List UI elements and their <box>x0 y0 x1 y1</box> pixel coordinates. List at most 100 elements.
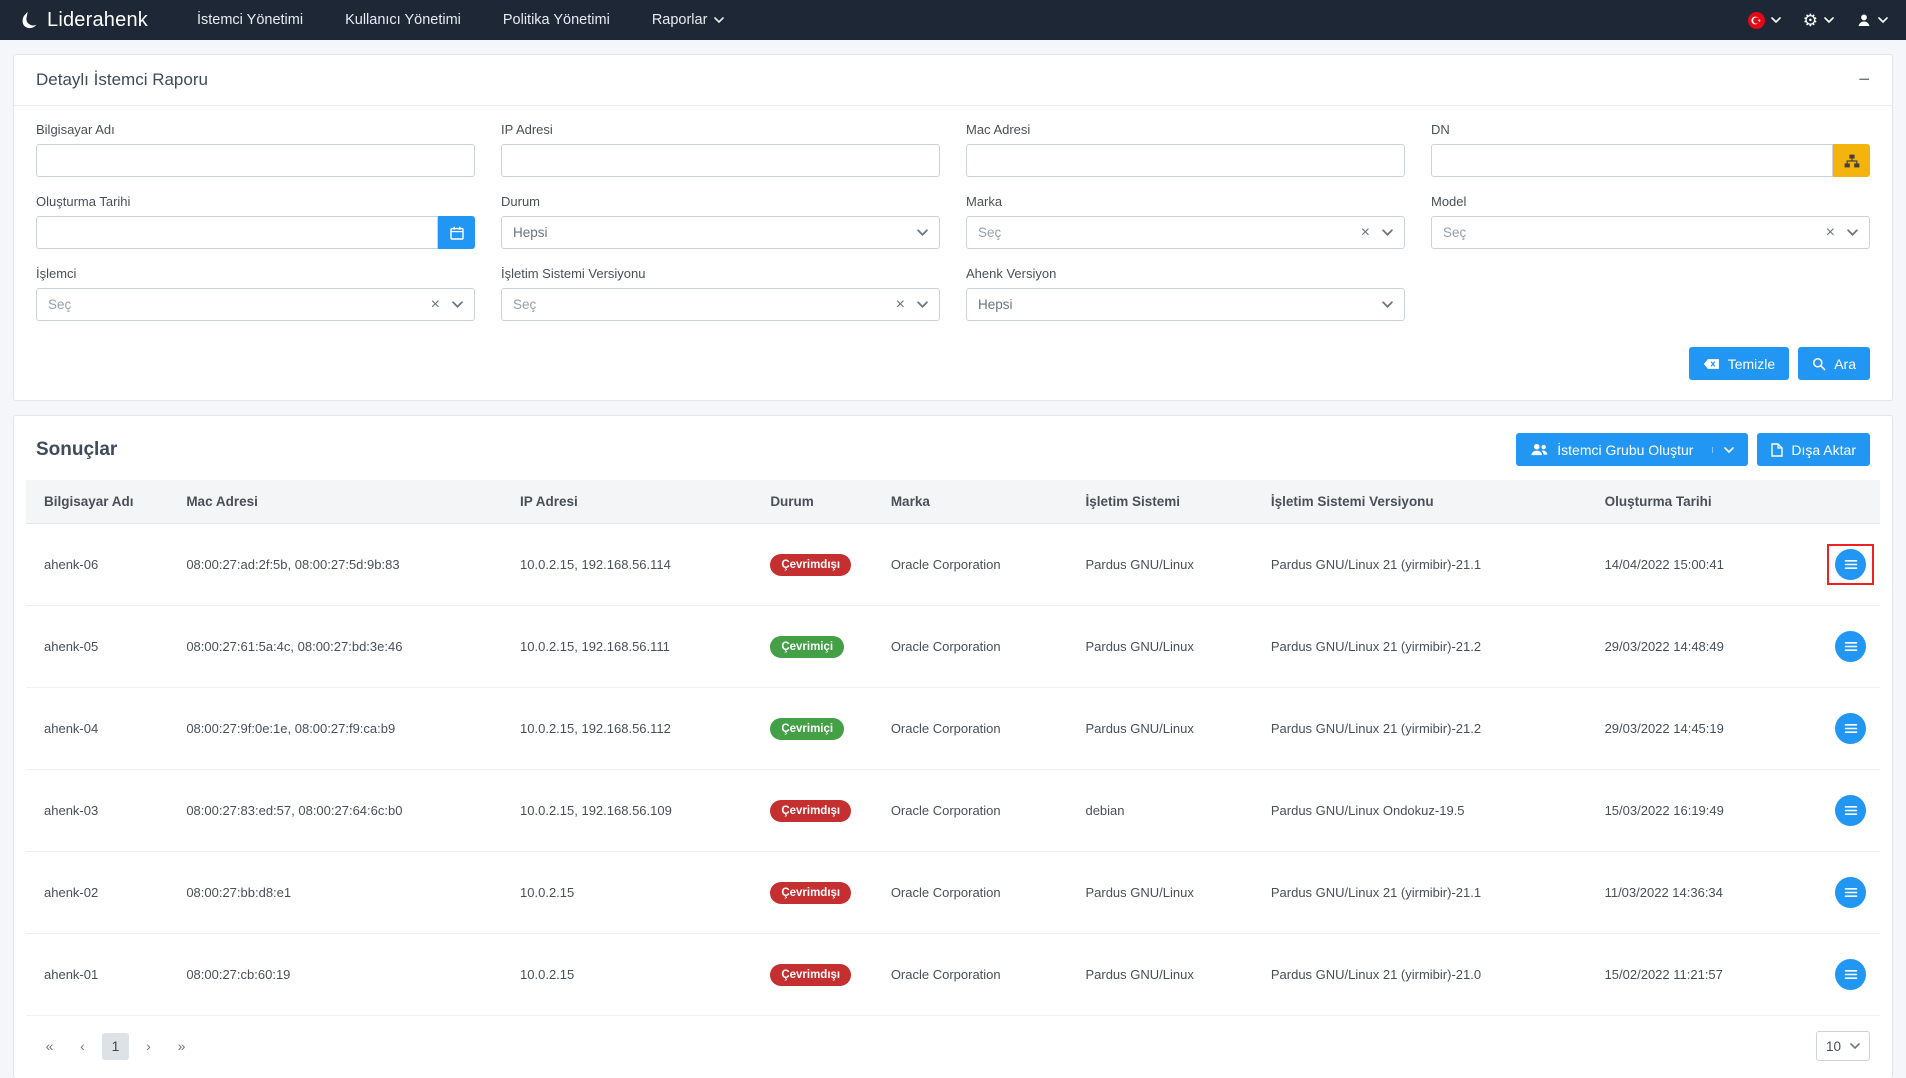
clear-icon[interactable]: × <box>1361 225 1370 241</box>
field-mac-address: Mac Adresi <box>966 122 1405 177</box>
calendar-icon <box>450 226 464 240</box>
clear-icon[interactable]: × <box>896 297 905 313</box>
dn-input-group <box>1431 144 1870 177</box>
nav-raporlar[interactable]: Raporlar <box>631 0 746 40</box>
brand-select[interactable]: Seç × <box>966 216 1405 249</box>
ahenk-version-label: Ahenk Versiyon <box>966 266 1405 281</box>
cell-mac: 08:00:27:cb:60:19 <box>174 934 508 1016</box>
dn-tree-button[interactable] <box>1833 144 1870 177</box>
eraser-icon <box>1703 358 1720 370</box>
clear-button[interactable]: Temizle <box>1689 347 1789 380</box>
os-version-label: İşletim Sistemi Versiyonu <box>501 266 940 281</box>
ahenk-version-select-value: Hepsi <box>978 297 1382 312</box>
row-menu-button[interactable] <box>1835 795 1866 826</box>
collapse-card-button[interactable]: − <box>1858 70 1870 90</box>
row-menu-button[interactable] <box>1835 631 1866 662</box>
top-navbar: Liderahenk İstemci Yönetimi Kullanıcı Yö… <box>0 0 1906 40</box>
cell-computer-name: ahenk-01 <box>26 934 174 1016</box>
os-version-select[interactable]: Seç × <box>501 288 940 321</box>
table-row: ahenk-06 08:00:27:ad:2f:5b, 08:00:27:5d:… <box>26 524 1880 606</box>
row-menu-button[interactable] <box>1835 877 1866 908</box>
cell-status: Çevrimiçi <box>758 606 879 688</box>
create-client-group-label: İstemci Grubu Oluştur <box>1557 442 1693 458</box>
row-menu-button[interactable] <box>1835 959 1866 990</box>
clear-icon[interactable]: × <box>431 297 440 313</box>
cell-mac: 08:00:27:61:5a:4c, 08:00:27:bd:3e:46 <box>174 606 508 688</box>
calendar-button[interactable] <box>438 216 475 249</box>
cell-computer-name: ahenk-03 <box>26 770 174 852</box>
pagination-next[interactable]: › <box>135 1033 162 1060</box>
filter-card: Detaylı İstemci Raporu − Bilgisayar Adı … <box>13 54 1893 401</box>
status-badge: Çevrimiçi <box>770 636 844 658</box>
file-export-icon <box>1771 443 1783 457</box>
creation-date-input[interactable] <box>36 216 438 249</box>
create-client-group-button[interactable]: İstemci Grubu Oluştur <box>1516 433 1748 466</box>
processor-select[interactable]: Seç × <box>36 288 475 321</box>
main-nav: İstemci Yönetimi Kullanıcı Yönetimi Poli… <box>176 0 745 40</box>
export-button[interactable]: Dışa Aktar <box>1757 433 1870 466</box>
cell-os: Pardus GNU/Linux <box>1073 524 1258 606</box>
status-select[interactable]: Hepsi <box>501 216 940 249</box>
nav-politika-yonetimi[interactable]: Politika Yönetimi <box>482 0 631 40</box>
row-menu-annotation <box>1827 544 1874 585</box>
ahenk-version-select[interactable]: Hepsi <box>966 288 1405 321</box>
cell-brand: Oracle Corporation <box>879 770 1074 852</box>
results-actions: İstemci Grubu Oluştur Dışa Aktar <box>1516 433 1870 466</box>
pagination-page-1[interactable]: 1 <box>102 1033 129 1060</box>
row-menu-annotation <box>1827 708 1874 749</box>
cell-os-version: Pardus GNU/Linux 21 (yirmibir)-21.0 <box>1259 934 1593 1016</box>
nav-istemci-yonetimi[interactable]: İstemci Yönetimi <box>176 0 324 40</box>
cell-created: 11/03/2022 14:36:34 <box>1593 852 1815 934</box>
model-select[interactable]: Seç × <box>1431 216 1870 249</box>
row-menu-button[interactable] <box>1835 549 1866 580</box>
results-header: Sonuçlar İstemci Grubu Oluştur Dışa Akta… <box>14 416 1892 480</box>
dn-input[interactable] <box>1431 144 1833 177</box>
status-select-icons <box>917 229 928 236</box>
cell-ip: 10.0.2.15, 192.168.56.109 <box>508 770 758 852</box>
cell-computer-name: ahenk-06 <box>26 524 174 606</box>
page-size-select[interactable]: 10 <box>1816 1031 1870 1061</box>
chevron-down-icon <box>1382 229 1393 236</box>
menu-lines-icon <box>1844 723 1858 734</box>
ip-address-input[interactable] <box>501 144 940 177</box>
pagination-first[interactable]: « <box>36 1033 63 1060</box>
turkish-flag-icon <box>1748 12 1765 29</box>
clear-icon[interactable]: × <box>1826 225 1835 241</box>
status-badge: Çevrimdışı <box>770 800 851 822</box>
pagination-prev[interactable]: ‹ <box>69 1033 96 1060</box>
processor-label: İşlemci <box>36 266 475 281</box>
cell-mac: 08:00:27:9f:0e:1e, 08:00:27:f9:ca:b9 <box>174 688 508 770</box>
mac-address-input[interactable] <box>966 144 1405 177</box>
chevron-down-icon <box>1771 17 1781 23</box>
user-dropdown[interactable] <box>1856 12 1888 28</box>
row-menu-annotation <box>1827 872 1874 913</box>
cell-os-version: Pardus GNU/Linux Ondokuz-19.5 <box>1259 770 1593 852</box>
ip-address-label: IP Adresi <box>501 122 940 137</box>
chevron-down-icon <box>452 301 463 308</box>
cell-actions <box>1815 524 1880 606</box>
row-menu-button[interactable] <box>1835 713 1866 744</box>
field-ahenk-version: Ahenk Versiyon Hepsi <box>966 266 1405 321</box>
cell-brand: Oracle Corporation <box>879 524 1074 606</box>
create-client-group-caret[interactable] <box>1712 447 1734 453</box>
pagination-last[interactable]: » <box>168 1033 195 1060</box>
search-button[interactable]: Ara <box>1798 347 1870 380</box>
row-menu-annotation <box>1827 954 1874 995</box>
chevron-down-icon <box>917 301 928 308</box>
cell-brand: Oracle Corporation <box>879 852 1074 934</box>
cell-os-version: Pardus GNU/Linux 21 (yirmibir)-21.1 <box>1259 524 1593 606</box>
language-dropdown[interactable] <box>1748 12 1781 29</box>
computer-name-input[interactable] <box>36 144 475 177</box>
search-icon <box>1812 357 1826 371</box>
brand[interactable]: Liderahenk <box>18 9 148 32</box>
field-dn: DN <box>1431 122 1870 177</box>
cell-actions <box>1815 934 1880 1016</box>
filter-card-title: Detaylı İstemci Raporu <box>36 70 208 90</box>
status-badge: Çevrimdışı <box>770 554 851 576</box>
users-icon <box>1530 443 1549 456</box>
settings-dropdown[interactable]: ⚙ <box>1803 12 1834 29</box>
results-table-head: Bilgisayar Adı Mac Adresi IP Adresi Duru… <box>26 480 1880 524</box>
nav-kullanici-yonetimi[interactable]: Kullanıcı Yönetimi <box>324 0 482 40</box>
field-computer-name: Bilgisayar Adı <box>36 122 475 177</box>
nav-raporlar-label: Raporlar <box>652 12 708 28</box>
